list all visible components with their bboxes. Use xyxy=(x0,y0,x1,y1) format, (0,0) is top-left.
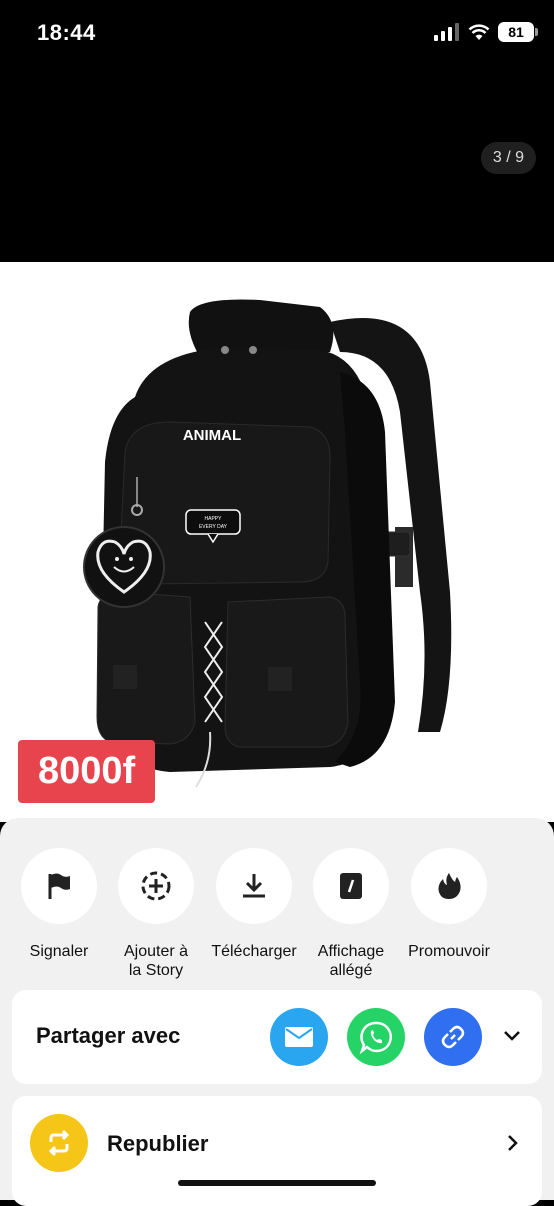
share-link-button[interactable] xyxy=(424,1008,482,1066)
backpack-illustration: ANIMAL HAPPY EVERY DAY xyxy=(83,299,452,788)
lite-view-icon xyxy=(340,873,362,899)
action-label: Ajouter à la Story xyxy=(123,943,189,979)
republish-icon-circle xyxy=(30,1114,88,1172)
share-mail-button[interactable] xyxy=(270,1008,328,1066)
product-image[interactable]: ANIMAL HAPPY EVERY DAY 8000f xyxy=(0,262,554,822)
action-label: Télécharger xyxy=(211,943,297,960)
status-time: 18:44 xyxy=(37,20,96,45)
flame-icon xyxy=(438,873,461,899)
image-counter: 3 / 9 xyxy=(480,142,536,174)
repost-icon xyxy=(48,1129,70,1157)
link-icon xyxy=(441,1025,465,1049)
chevron-down-icon[interactable] xyxy=(502,1025,522,1045)
status-icons: 81 xyxy=(434,22,538,42)
action-circle[interactable] xyxy=(118,848,194,924)
add-story-icon xyxy=(141,871,171,901)
action-circle[interactable] xyxy=(216,848,292,924)
battery-level: 81 xyxy=(508,24,524,40)
mail-icon xyxy=(285,1027,313,1047)
price-tag: 8000f xyxy=(18,740,156,803)
battery-indicator: 81 xyxy=(498,22,538,42)
action-download[interactable]: Télécharger xyxy=(199,848,309,961)
flag-icon xyxy=(48,873,70,899)
share-sheet: Signaler Ajouter à la Story Télécharger … xyxy=(0,818,554,1206)
action-circle[interactable] xyxy=(313,848,389,924)
action-circle[interactable] xyxy=(21,848,97,924)
chevron-right-icon xyxy=(508,1135,518,1151)
whatsapp-icon xyxy=(359,1021,392,1054)
action-label: Promouvoir xyxy=(408,943,490,960)
action-signaler[interactable]: Signaler xyxy=(4,848,114,961)
share-whatsapp-button[interactable] xyxy=(347,1008,405,1066)
home-indicator[interactable] xyxy=(178,1180,376,1186)
wifi-icon xyxy=(468,24,490,40)
signal-icon xyxy=(434,23,459,41)
share-title: Partager avec xyxy=(36,1023,181,1048)
republish-row[interactable]: Republier xyxy=(12,1096,542,1206)
download-icon xyxy=(243,874,265,898)
action-lite-view[interactable]: Affichage allégé xyxy=(296,848,406,980)
brand-text: ANIMAL xyxy=(183,427,241,444)
action-circle[interactable] xyxy=(411,848,487,924)
republish-title: Republier xyxy=(107,1131,209,1156)
action-label: Signaler xyxy=(29,943,89,960)
patch-text-2: EVERY DAY xyxy=(199,524,228,530)
action-label: Affichage allégé xyxy=(317,943,385,979)
share-card: Partager avec xyxy=(12,990,542,1084)
status-bar: 18:44 81 xyxy=(0,0,554,70)
action-promote[interactable]: Promouvoir xyxy=(394,848,504,961)
patch-text-1: HAPPY xyxy=(205,516,223,522)
action-add-story[interactable]: Ajouter à la Story xyxy=(101,848,211,980)
